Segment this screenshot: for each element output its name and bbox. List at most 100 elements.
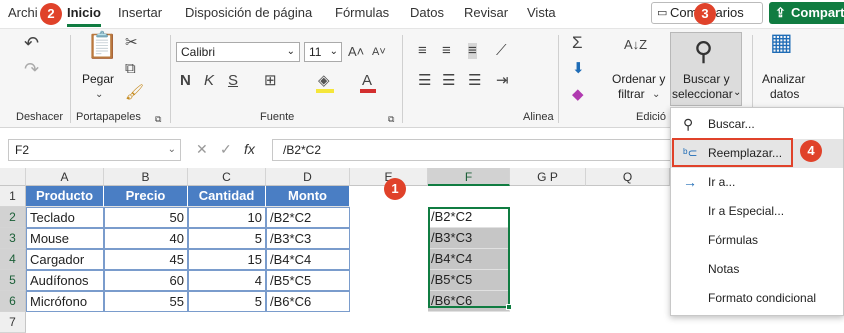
grow-font-icon[interactable]: A˄ (348, 44, 364, 60)
table-cell[interactable]: Mouse (26, 228, 104, 249)
tab-vista[interactable]: Vista (527, 5, 556, 20)
font-color-icon[interactable]: A (362, 73, 372, 89)
column-header-c[interactable]: C (188, 168, 266, 186)
sort-filter-icon[interactable]: A↓Z (624, 37, 647, 53)
table-cell[interactable]: 4 (188, 270, 266, 291)
redo-icon[interactable]: ↷ (24, 60, 39, 78)
table-header-cell[interactable]: Cantidad (188, 186, 266, 207)
tab-disposicion[interactable]: Disposición de página (185, 5, 312, 20)
autosum-icon[interactable]: Σ (572, 34, 583, 51)
copy-icon[interactable]: ⧉ (125, 61, 136, 77)
chevron-down-icon: ⌄ (733, 87, 742, 98)
column-header-b[interactable]: B (104, 168, 188, 186)
insert-function-button[interactable]: fx (244, 141, 255, 157)
table-cell[interactable]: 15 (188, 249, 266, 270)
sort-filter-label-1[interactable]: Ordenar y (612, 72, 665, 87)
font-name-select[interactable]: Calibri ⌄ (176, 42, 300, 62)
clear-icon[interactable]: ◆ (572, 87, 584, 103)
table-cell[interactable]: 45 (104, 249, 188, 270)
dialog-launcher-icon[interactable]: ⧉ (388, 111, 394, 127)
table-cell[interactable]: /B4*C4 (266, 249, 350, 270)
chevron-down-icon[interactable]: ⌄ (95, 87, 103, 103)
menu-item-notas[interactable]: Notas (671, 255, 843, 284)
clipboard-icon[interactable]: 📋 (86, 32, 118, 58)
table-cell[interactable]: /B5*C5 (266, 270, 350, 291)
row-header-2[interactable]: 2 (0, 207, 26, 228)
row-header-1[interactable]: 1 (0, 186, 26, 207)
table-cell[interactable]: /B2*C2 (266, 207, 350, 228)
select-all-corner[interactable] (0, 168, 26, 186)
tab-formulas[interactable]: Fórmulas (335, 5, 389, 20)
align-center-icon[interactable]: ☰ (442, 73, 455, 89)
column-header-g-p[interactable]: G P (510, 168, 586, 186)
fill-icon[interactable]: ⬇ (572, 61, 585, 77)
table-header-cell[interactable]: Monto (266, 186, 350, 207)
borders-icon[interactable]: ⊞ (264, 73, 277, 89)
dialog-launcher-icon[interactable]: ⧉ (155, 111, 161, 127)
indent-icon[interactable]: ⇥ (496, 73, 509, 89)
align-bottom-icon[interactable]: ≡ (468, 43, 477, 59)
align-top-icon[interactable]: ≡ (418, 43, 427, 59)
row-header-3[interactable]: 3 (0, 228, 26, 249)
align-right-icon[interactable]: ☰ (468, 73, 481, 89)
shrink-font-icon[interactable]: A˅ (372, 44, 386, 60)
table-cell[interactable]: 5 (188, 228, 266, 249)
tab-inicio[interactable]: Inicio (67, 5, 101, 20)
row-header-6[interactable]: 6 (0, 291, 26, 312)
table-header-cell[interactable]: Producto (26, 186, 104, 207)
analyze-data-label-1[interactable]: Analizar (762, 72, 805, 87)
share-button[interactable]: ⇪ Compartir (769, 2, 844, 24)
table-cell[interactable]: 5 (188, 291, 266, 312)
menu-item-ir-a[interactable]: → Ir a... (671, 168, 843, 197)
format-painter-icon[interactable]: 🖌 (125, 85, 144, 101)
analyze-data-label-2[interactable]: datos (770, 87, 799, 102)
orientation-icon[interactable]: ⟋ (496, 43, 507, 59)
menu-item-formulas[interactable]: Fórmulas (671, 226, 843, 255)
column-header-d[interactable]: D (266, 168, 350, 186)
table-cell[interactable]: 10 (188, 207, 266, 228)
row-header-5[interactable]: 5 (0, 270, 26, 291)
menu-item-formato-condicional[interactable]: Formato condicional (671, 284, 843, 313)
bold-button[interactable]: N (180, 73, 191, 89)
tab-insertar[interactable]: Insertar (118, 5, 162, 20)
align-left-icon[interactable]: ☰ (418, 73, 431, 89)
analyze-data-icon[interactable]: ▦ (770, 31, 793, 55)
font-size-value: 11 (309, 45, 322, 59)
find-select-button[interactable]: ⚲ Buscar y seleccionar ⌄ (670, 32, 742, 106)
table-cell[interactable]: 40 (104, 228, 188, 249)
tab-datos[interactable]: Datos (410, 5, 444, 20)
underline-button[interactable]: S (228, 73, 238, 89)
table-cell[interactable]: Cargador (26, 249, 104, 270)
fill-handle[interactable] (506, 304, 512, 310)
tab-revisar[interactable]: Revisar (464, 5, 508, 20)
column-header-f[interactable]: F (428, 168, 510, 186)
sort-filter-label-2[interactable]: filtrar (618, 87, 645, 102)
chevron-down-icon: ⌄ (167, 144, 176, 155)
table-cell[interactable]: Micrófono (26, 291, 104, 312)
menu-item-buscar[interactable]: ⚲ Buscar... (671, 110, 843, 139)
align-middle-icon[interactable]: ≡ (442, 43, 451, 59)
cancel-icon[interactable]: ✕ (196, 141, 208, 158)
menu-item-ir-a-especial[interactable]: Ir a Especial... (671, 197, 843, 226)
row-header-4[interactable]: 4 (0, 249, 26, 270)
table-cell[interactable]: 55 (104, 291, 188, 312)
table-cell[interactable]: 60 (104, 270, 188, 291)
font-size-select[interactable]: 11 ⌄ (304, 42, 342, 62)
column-header-a[interactable]: A (26, 168, 104, 186)
column-header-q[interactable]: Q (586, 168, 670, 186)
enter-icon[interactable]: ✓ (220, 141, 232, 158)
row-header-7[interactable]: 7 (0, 312, 26, 333)
table-cell[interactable]: Audífonos (26, 270, 104, 291)
cut-icon[interactable]: ✂ (125, 35, 138, 51)
fill-color-icon[interactable]: ◈ (318, 73, 330, 89)
table-cell[interactable]: Teclado (26, 207, 104, 228)
tab-archivo[interactable]: Archi (8, 5, 38, 20)
italic-button[interactable]: K (204, 73, 214, 89)
undo-icon[interactable]: ↶ (24, 34, 39, 52)
table-cell[interactable]: 50 (104, 207, 188, 228)
table-header-cell[interactable]: Precio (104, 186, 188, 207)
table-cell[interactable]: /B6*C6 (266, 291, 350, 312)
table-cell[interactable]: /B3*C3 (266, 228, 350, 249)
name-box[interactable]: F2 ⌄ (8, 139, 181, 161)
paste-button[interactable]: Pegar (82, 72, 114, 87)
